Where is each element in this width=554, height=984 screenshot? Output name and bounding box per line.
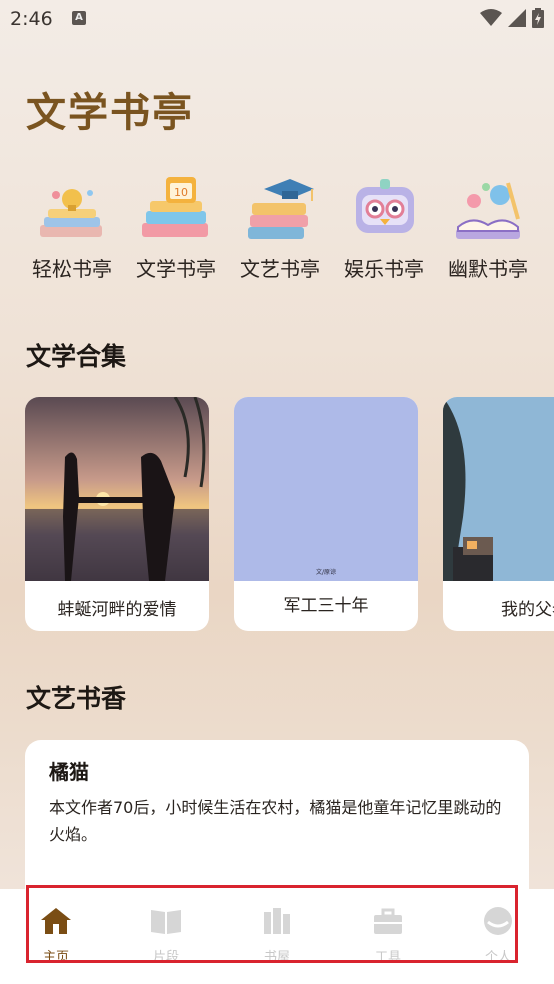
category-relaxed[interactable]: 轻松书亭 bbox=[20, 175, 124, 282]
arts-title: 文艺书香 bbox=[26, 684, 127, 713]
book-cover-image: 文/原谅 bbox=[234, 397, 418, 581]
book-title: 蚌蜒河畔的爱情 bbox=[57, 600, 177, 620]
category-humor[interactable]: 幽默书亭 bbox=[436, 175, 540, 282]
status-bar: 2:46 A bbox=[0, 0, 554, 38]
category-label: 文艺书亭 bbox=[240, 257, 320, 281]
category-literature[interactable]: 10 文学书亭 bbox=[124, 175, 228, 282]
book-card[interactable]: 我的父老 bbox=[443, 397, 554, 631]
category-label: 娱乐书亭 bbox=[344, 257, 424, 281]
book-cover-author: 文/原谅 bbox=[315, 569, 337, 576]
cell-signal-icon bbox=[508, 9, 526, 27]
trophy-books-icon bbox=[40, 189, 102, 237]
category-label: 文学书亭 bbox=[136, 257, 216, 281]
calendar-books-icon: 10 bbox=[142, 177, 208, 237]
category-label: 轻松书亭 bbox=[32, 257, 112, 281]
book-card[interactable]: 蚌蜒河畔的爱情 bbox=[25, 397, 209, 631]
wifi-icon bbox=[480, 9, 502, 26]
category-arts[interactable]: 文艺书亭 bbox=[228, 175, 332, 282]
status-icons bbox=[480, 8, 544, 28]
status-time: 2:46 bbox=[10, 8, 53, 30]
book-carousel[interactable]: 蚌蜒河畔的爱情 文/原谅 军工三十年 我的父老 bbox=[25, 397, 554, 632]
category-row: 轻松书亭 10 文学书亭 文艺书亭 娱乐书亭 幽默书亭 bbox=[20, 175, 540, 282]
book-cover-image bbox=[25, 397, 209, 581]
book-cover-image bbox=[443, 397, 554, 581]
collection-title: 文学合集 bbox=[26, 342, 127, 371]
graduation-cap-books-icon bbox=[248, 179, 314, 239]
category-label: 幽默书亭 bbox=[448, 257, 528, 281]
article-title: 橘猫 bbox=[49, 760, 89, 784]
robot-glasses-icon bbox=[356, 179, 414, 233]
book-card[interactable]: 文/原谅 军工三十年 bbox=[234, 397, 418, 631]
svg-text:10: 10 bbox=[174, 186, 188, 199]
battery-icon bbox=[532, 8, 544, 28]
category-entertainment[interactable]: 娱乐书亭 bbox=[332, 175, 436, 282]
book-title: 我的父老 bbox=[501, 600, 554, 620]
open-book-tools-icon bbox=[456, 182, 520, 239]
tab-bar-highlight-box bbox=[26, 885, 518, 963]
notification-a-icon: A bbox=[72, 11, 86, 25]
article-summary: 本文作者70后，小时候生活在农村，橘猫是他童年记忆里跳动的火焰。 bbox=[49, 798, 502, 844]
book-title: 军工三十年 bbox=[283, 596, 369, 616]
page-title: 文学书亭 bbox=[26, 89, 194, 136]
